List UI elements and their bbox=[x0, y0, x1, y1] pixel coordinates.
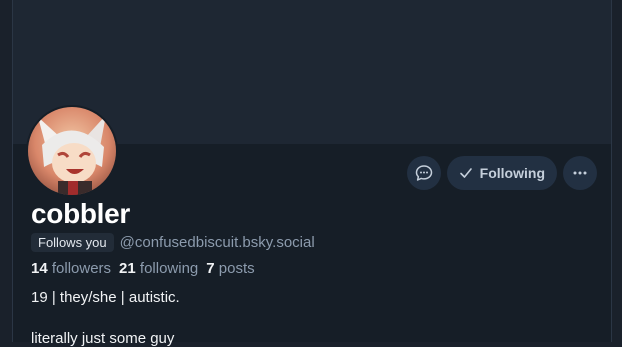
following-link[interactable]: 21 following bbox=[119, 260, 198, 277]
bio-line-1: 19 | they/she | autistic. bbox=[31, 289, 180, 306]
follows-you-badge: Follows you bbox=[31, 233, 114, 252]
posts-label: posts bbox=[218, 260, 255, 277]
following-count: 21 bbox=[119, 260, 136, 277]
followers-count: 14 bbox=[31, 260, 48, 277]
avatar[interactable] bbox=[26, 105, 118, 197]
chat-bubble-icon bbox=[415, 165, 432, 181]
followers-link[interactable]: 14 followers bbox=[31, 260, 111, 277]
following-label: Following bbox=[479, 165, 545, 181]
more-options-button[interactable] bbox=[563, 156, 597, 190]
posts-stat: 7 posts bbox=[206, 260, 254, 277]
ellipsis-icon bbox=[573, 171, 587, 175]
following-stat-label: following bbox=[139, 260, 199, 277]
check-icon bbox=[459, 168, 472, 178]
avatar-image bbox=[28, 107, 116, 195]
bio-line-2: literally just some guy bbox=[31, 330, 175, 347]
message-button[interactable] bbox=[406, 156, 441, 190]
profile-panel: Following cobbler Follows you @confusedb… bbox=[12, 0, 612, 347]
profile-actions: Following bbox=[406, 156, 597, 190]
profile-handle[interactable]: @confusedbiscuit.bsky.social bbox=[120, 234, 315, 251]
display-name: cobbler bbox=[31, 198, 131, 229]
posts-count: 7 bbox=[206, 260, 215, 277]
following-button[interactable]: Following bbox=[446, 156, 557, 190]
handle-row: Follows you @confusedbiscuit.bsky.social bbox=[31, 233, 315, 252]
profile-stats: 14 followers 21 following 7 posts bbox=[31, 260, 255, 277]
followers-label: followers bbox=[51, 260, 112, 277]
